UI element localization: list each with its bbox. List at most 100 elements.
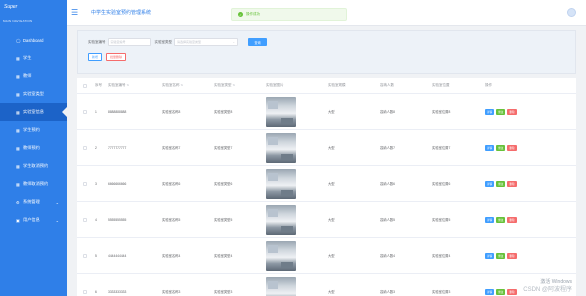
row-checkbox[interactable]	[82, 109, 87, 114]
cell-capacity: 容纳人数8	[380, 110, 396, 114]
grid-icon: ▦	[16, 181, 20, 187]
grid-icon: ▦	[16, 163, 20, 169]
sidebar-item-teachers[interactable]: ▦ 教师	[0, 67, 67, 85]
lab-image[interactable]	[266, 240, 296, 271]
lab-type-select[interactable]: 请选择实验室类型 ⌄	[174, 38, 238, 46]
cell-lab-name: 实验室名称4	[162, 254, 181, 258]
cell-capacity: 容纳人数7	[380, 146, 396, 150]
delete-button[interactable]: 删除	[507, 144, 517, 151]
lab-image[interactable]	[266, 276, 296, 296]
app-logo[interactable]: Super	[0, 0, 67, 14]
delete-button[interactable]: 删除	[507, 252, 517, 259]
view-button[interactable]: 详情	[485, 216, 495, 223]
sidebar-item-lab-info[interactable]: ▦ 实验室信息	[0, 103, 67, 121]
sidebar-item-teacher-cancel[interactable]: ▦ 教师取消预约	[0, 175, 67, 193]
grid-icon: ▦	[16, 145, 20, 151]
cell-capacity: 容纳人数4	[380, 254, 396, 258]
row-checkbox[interactable]	[82, 217, 87, 222]
cell-index: 5	[95, 253, 97, 258]
sidebar-item-student-cancel[interactable]: ▦ 学生取消预约	[0, 157, 67, 175]
sidebar-item-lab-types[interactable]: ▦ 实验室类型	[0, 85, 67, 103]
edit-button[interactable]: 修改	[496, 252, 506, 259]
delete-button[interactable]: 删除	[507, 108, 517, 115]
sort-icon[interactable]: ⇅	[127, 83, 130, 87]
table-row: 4 5555555555 实验室名称5 实验室类型5 大型 容纳人数5 实验室位…	[77, 202, 576, 238]
add-button[interactable]: 新增	[88, 53, 103, 61]
sidebar-item-system[interactable]: ⚙ 系统管理 ⌄	[0, 193, 67, 211]
cell-lab-type: 实验室类型6	[214, 182, 233, 186]
view-button[interactable]: 详情	[485, 108, 495, 115]
cell-lab-no: 3333333333	[108, 289, 127, 294]
edit-button[interactable]: 修改	[496, 216, 506, 223]
view-button[interactable]: 详情	[485, 180, 495, 187]
select-all-checkbox[interactable]	[82, 83, 87, 88]
sidebar-item-dashboard[interactable]: ◯ Dashboard	[0, 31, 67, 49]
cell-lab-scale: 大型	[328, 146, 335, 150]
delete-button[interactable]: 删除	[507, 216, 517, 223]
row-checkbox[interactable]	[82, 253, 87, 258]
cell-lab-name: 实验室名称5	[162, 218, 181, 222]
lab-no-input[interactable]: 实验室编号	[107, 38, 151, 46]
cell-location: 实验室位置8	[432, 110, 451, 114]
cell-location: 实验室位置7	[432, 146, 451, 150]
cell-lab-type: 实验室类型5	[214, 218, 233, 222]
check-circle-icon: ✓	[238, 12, 243, 17]
lab-image[interactable]	[266, 168, 296, 199]
lab-type-label: 实验室类型	[154, 39, 173, 44]
row-checkbox[interactable]	[82, 181, 87, 186]
cell-lab-scale: 大型	[328, 290, 335, 294]
edit-button[interactable]: 修改	[496, 108, 506, 115]
cell-lab-name: 实验室名称8	[162, 110, 181, 114]
delete-button[interactable]: 删除	[507, 180, 517, 187]
sidebar-item-label: 学生取消预约	[23, 163, 49, 168]
lab-no-label: 实验室编号	[88, 39, 106, 44]
view-button[interactable]: 详情	[485, 288, 495, 295]
cell-lab-type: 实验室类型8	[214, 110, 233, 114]
search-button[interactable]: 查询	[248, 38, 267, 46]
edit-button[interactable]: 修改	[496, 144, 506, 151]
gear-icon: ⚙	[16, 199, 20, 205]
sidebar-item-student-booking[interactable]: ▦ 学生预约	[0, 121, 67, 139]
lab-image[interactable]	[266, 204, 296, 235]
cell-index: 6	[95, 289, 97, 294]
sidebar-item-user-info[interactable]: ▣ 用户信息 ⌄	[0, 211, 67, 229]
view-button[interactable]: 详情	[485, 144, 495, 151]
delete-button[interactable]: 删除	[507, 288, 517, 295]
header-lab-scale: 实验室规模	[328, 83, 346, 87]
lab-image[interactable]	[266, 132, 296, 163]
cell-lab-no: 8888888888	[108, 109, 127, 114]
lab-table: 序号 实验室编号⇅ 实验室名称⇅ 实验室类型⇅ 实验室图片 实验室规模 容纳人数…	[77, 78, 576, 296]
sidebar-item-label: 系统管理	[23, 199, 40, 204]
avatar[interactable]	[567, 8, 576, 17]
edit-button[interactable]: 修改	[496, 288, 506, 295]
grid-icon: ▦	[16, 109, 20, 115]
cell-lab-scale: 大型	[328, 182, 335, 186]
sort-icon[interactable]: ⇅	[233, 83, 236, 87]
view-button[interactable]: 详情	[485, 252, 495, 259]
edit-button[interactable]: 修改	[496, 180, 506, 187]
sidebar-item-students[interactable]: ▦ 学生	[0, 49, 67, 67]
watermark: 激活 Windows CSDN @阿波程序	[523, 278, 572, 294]
cell-index: 3	[95, 181, 97, 186]
cell-capacity: 容纳人数6	[380, 182, 396, 186]
row-checkbox[interactable]	[82, 289, 87, 294]
table-header: 序号 实验室编号⇅ 实验室名称⇅ 实验室类型⇅ 实验室图片 实验室规模 容纳人数…	[77, 78, 576, 94]
cell-lab-no: 7777777777	[108, 145, 127, 150]
header-lab-name[interactable]: 实验室名称⇅	[159, 83, 211, 88]
header-lab-type[interactable]: 实验室类型⇅	[211, 83, 263, 88]
table-row: 3 6666666666 实验室名称6 实验室类型6 大型 容纳人数6 实验室位…	[77, 166, 576, 202]
lab-image[interactable]	[266, 96, 296, 127]
cell-lab-scale: 大型	[328, 110, 335, 114]
batch-delete-button[interactable]: 批量删除	[106, 53, 127, 61]
cell-lab-scale: 大型	[328, 218, 335, 222]
cell-lab-type: 实验室类型7	[214, 146, 233, 150]
cell-lab-no: 6666666666	[108, 181, 127, 186]
row-checkbox[interactable]	[82, 145, 87, 150]
sidebar-item-label: 教师取消预约	[23, 181, 49, 186]
sidebar-item-teacher-booking[interactable]: ▦ 教师预约	[0, 139, 67, 157]
menu-toggle-icon[interactable]: ☰	[71, 8, 78, 17]
grid-icon: ▦	[16, 55, 20, 61]
sidebar-item-label: Dashboard	[23, 37, 44, 43]
sort-icon[interactable]: ⇅	[181, 83, 184, 87]
header-lab-no[interactable]: 实验室编号⇅	[105, 83, 159, 88]
